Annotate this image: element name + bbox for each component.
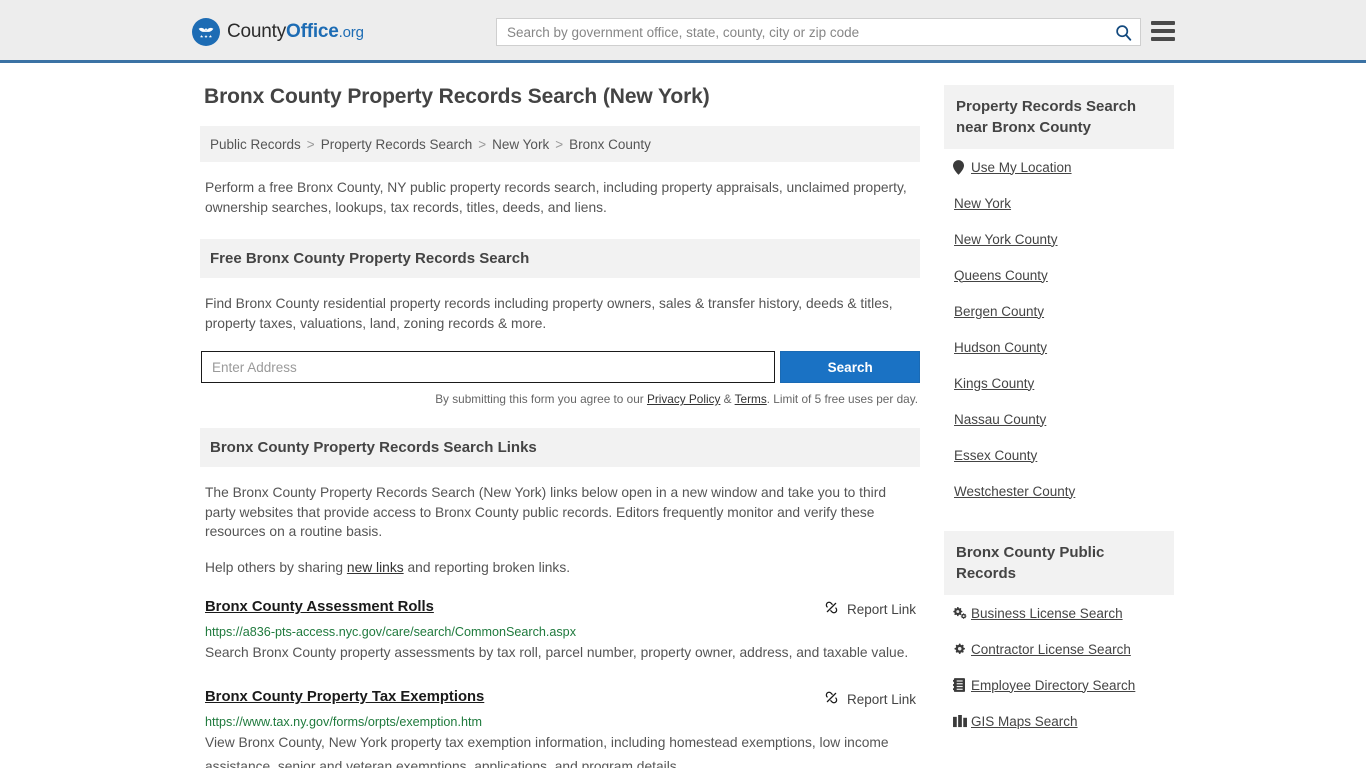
help-others-text: Help others by sharing new links and rep… — [200, 558, 920, 578]
page-intro-text: Perform a free Bronx County, NY public p… — [205, 180, 907, 215]
map-chart-icon — [953, 714, 971, 728]
link-result-url: https://www.tax.ny.gov/forms/orpts/exemp… — [205, 715, 482, 729]
hamburger-bar — [1151, 37, 1175, 41]
gear-icon — [953, 643, 971, 656]
broken-link-icon — [824, 690, 839, 708]
address-input[interactable] — [201, 351, 776, 383]
sidebar-item-bergen-county[interactable]: Bergen County — [953, 293, 1174, 329]
privacy-policy-link[interactable]: Privacy Policy — [647, 392, 720, 406]
help-suffix: and reporting broken links. — [403, 559, 571, 575]
sidebar-item-kings-county[interactable]: Kings County — [953, 365, 1174, 401]
sidebar-public-records-list: Business License Search Contractor Licen… — [944, 595, 1174, 739]
link-result-url: https://a836-pts-access.nyc.gov/care/sea… — [205, 625, 576, 639]
page-body: Bronx County Property Records Search (Ne… — [0, 63, 1366, 768]
sidebar-link-label[interactable]: Kings County — [954, 376, 1034, 391]
sidebar-link-label[interactable]: Westchester County — [954, 484, 1075, 499]
site-logo-text: CountyOffice.org — [227, 21, 364, 43]
breadcrumb-item-bronx-county: Bronx County — [569, 136, 651, 152]
report-link-label: Report Link — [846, 601, 916, 617]
eagle-stars-seal-icon — [192, 18, 220, 46]
free-search-heading: Free Bronx County Property Records Searc… — [200, 239, 920, 278]
link-result-description: Search Bronx County property assessments… — [205, 645, 909, 660]
search-links-heading: Bronx County Property Records Search Lin… — [200, 428, 920, 467]
sidebar-link-label[interactable]: Employee Directory Search — [971, 678, 1135, 693]
link-result-header: Bronx County Assessment Rolls Report Lin… — [205, 599, 916, 618]
sidebar-item-nassau-county[interactable]: Nassau County — [953, 401, 1174, 437]
sidebar-near-heading: Property Records Search near Bronx Count… — [944, 85, 1174, 149]
disclaimer-amp: & — [720, 392, 735, 406]
disclaimer-prefix: By submitting this form you agree to our — [435, 392, 647, 406]
search-input[interactable] — [497, 19, 1106, 45]
sidebar-item-queens-county[interactable]: Queens County — [953, 257, 1174, 293]
sidebar-item-new-york-county[interactable]: New York County — [953, 221, 1174, 257]
sidebar-item-gis-maps-search[interactable]: GIS Maps Search — [953, 703, 1174, 739]
search-button[interactable]: Search — [780, 351, 920, 383]
hamburger-menu-icon[interactable] — [1151, 20, 1175, 42]
breadcrumb-item-new-york[interactable]: New York — [492, 137, 549, 152]
site-header: CountyOffice.org — [0, 0, 1366, 63]
new-links-link[interactable]: new links — [347, 560, 404, 575]
report-link-button[interactable]: Report Link — [824, 600, 916, 618]
logo-text-dotorg: .org — [338, 24, 364, 41]
report-link-button[interactable]: Report Link — [824, 690, 916, 708]
link-result-item: Bronx County Assessment Rolls Report Lin… — [200, 599, 920, 665]
page-title: Bronx County Property Records Search (Ne… — [204, 85, 710, 108]
search-links-paragraph: The Bronx County Property Records Search… — [205, 485, 886, 539]
address-search-form: Search — [200, 351, 920, 383]
link-result-title[interactable]: Bronx County Property Tax Exemptions — [205, 689, 484, 705]
hamburger-bar — [1151, 21, 1175, 25]
gears-icon — [953, 606, 971, 620]
sidebar-item-contractor-license-search[interactable]: Contractor License Search — [953, 631, 1174, 667]
sidebar-link-label[interactable]: Queens County — [954, 268, 1048, 283]
disclaimer-suffix: . Limit of 5 free uses per day. — [766, 392, 918, 406]
sidebar-link-label[interactable]: Hudson County — [954, 340, 1047, 355]
logo-text-office: Office — [286, 21, 339, 42]
sidebar-item-essex-county[interactable]: Essex County — [953, 437, 1174, 473]
breadcrumb-separator: > — [306, 136, 315, 152]
link-result-title[interactable]: Bronx County Assessment Rolls — [205, 599, 434, 615]
sidebar-link-label[interactable]: New York — [954, 196, 1011, 211]
global-search-bar — [496, 18, 1141, 46]
sidebar-link-label[interactable]: Business License Search — [971, 606, 1123, 621]
sidebar-public-records-heading: Bronx County Public Records — [944, 531, 1174, 595]
sidebar-link-label[interactable]: Essex County — [954, 448, 1037, 463]
breadcrumb: Public Records > Property Records Search… — [200, 126, 920, 162]
terms-link[interactable]: Terms — [735, 392, 767, 406]
link-result-description: View Bronx County, New York property tax… — [205, 735, 889, 768]
sidebar-near-list: Use My Location New York New York County… — [944, 149, 1174, 509]
sidebar-item-hudson-county[interactable]: Hudson County — [953, 329, 1174, 365]
report-link-label: Report Link — [846, 691, 916, 707]
breadcrumb-separator: > — [478, 136, 487, 152]
help-prefix: Help others by sharing — [205, 559, 347, 575]
sidebar-link-label[interactable]: GIS Maps Search — [971, 714, 1078, 729]
sidebar-link-label[interactable]: Use My Location — [971, 160, 1072, 175]
free-search-description: Find Bronx County residential property r… — [205, 296, 893, 331]
sidebar-item-new-york[interactable]: New York — [953, 185, 1174, 221]
broken-link-icon — [824, 600, 839, 618]
directory-list-icon — [953, 678, 971, 692]
form-disclaimer: By submitting this form you agree to our… — [200, 392, 920, 406]
sidebar-link-label[interactable]: Bergen County — [954, 304, 1044, 319]
sidebar: Property Records Search near Bronx Count… — [944, 85, 1174, 768]
sidebar-item-business-license-search[interactable]: Business License Search — [953, 595, 1174, 631]
map-pin-icon — [953, 159, 971, 175]
site-logo[interactable]: CountyOffice.org — [192, 18, 364, 46]
sidebar-link-label[interactable]: New York County — [954, 232, 1058, 247]
sidebar-link-label[interactable]: Contractor License Search — [971, 642, 1131, 657]
sidebar-item-employee-directory-search[interactable]: Employee Directory Search — [953, 667, 1174, 703]
hamburger-bar — [1151, 29, 1175, 33]
search-icon[interactable] — [1106, 19, 1140, 45]
sidebar-link-label[interactable]: Nassau County — [954, 412, 1046, 427]
link-result-header: Bronx County Property Tax Exemptions Rep… — [205, 689, 916, 708]
sidebar-item-westchester-county[interactable]: Westchester County — [953, 473, 1174, 509]
link-result-item: Bronx County Property Tax Exemptions Rep… — [200, 689, 920, 768]
main-column: Bronx County Property Records Search (Ne… — [200, 85, 920, 768]
breadcrumb-separator: > — [555, 136, 564, 152]
breadcrumb-item-property-records-search[interactable]: Property Records Search — [321, 137, 473, 152]
breadcrumb-item-public-records[interactable]: Public Records — [210, 137, 301, 152]
sidebar-item-use-my-location[interactable]: Use My Location — [953, 149, 1174, 185]
logo-text-county: County — [227, 21, 287, 42]
